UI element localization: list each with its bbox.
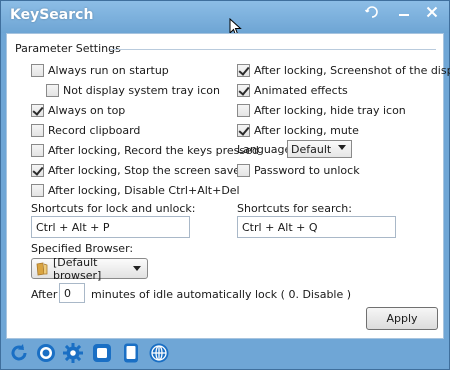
checkbox-box[interactable] bbox=[237, 163, 250, 177]
checkbox-box[interactable] bbox=[31, 143, 44, 157]
idle-prefix-label: After bbox=[31, 288, 58, 301]
refresh-icon[interactable] bbox=[8, 342, 30, 364]
close-icon[interactable] bbox=[421, 5, 443, 25]
checkbox-label: Always on top bbox=[48, 103, 126, 117]
apply-button[interactable]: Apply bbox=[366, 307, 438, 330]
checkbox-disable-ctrl-alt-del[interactable]: After locking, Disable Ctrl+Alt+Del bbox=[31, 182, 240, 198]
group-title: Parameter Settings bbox=[15, 42, 121, 55]
lock-shortcut-label: Shortcuts for lock and unlock: bbox=[31, 202, 196, 215]
checkbox-box[interactable] bbox=[237, 63, 250, 77]
title-bar[interactable]: KeySearch bbox=[1, 1, 449, 37]
checkbox-label: Password to unlock bbox=[254, 163, 360, 177]
browser-folder-icon bbox=[35, 262, 49, 276]
checkbox-label: After locking, hide tray icon bbox=[254, 103, 406, 117]
language-value: Default bbox=[291, 142, 332, 156]
window-title: KeySearch bbox=[10, 7, 94, 23]
bottom-toolbar bbox=[1, 339, 449, 369]
checkbox-box[interactable] bbox=[31, 103, 44, 117]
checkbox-label: After locking, Screenshot of the display bbox=[254, 63, 450, 77]
checkbox-stop-screen-saver[interactable]: After locking, Stop the screen saver bbox=[31, 162, 245, 178]
checkbox-label: Always run on startup bbox=[48, 63, 169, 77]
tablet-icon[interactable] bbox=[120, 342, 142, 364]
globe-icon[interactable] bbox=[148, 342, 170, 364]
checkbox-always-on-top[interactable]: Always on top bbox=[31, 102, 125, 118]
target-icon[interactable] bbox=[35, 342, 57, 364]
chevron-down-icon bbox=[338, 145, 346, 150]
minimize-icon[interactable] bbox=[393, 5, 415, 25]
checkbox-animated-effects[interactable]: Animated effects bbox=[237, 82, 348, 98]
browser-label: Specified Browser: bbox=[31, 242, 134, 255]
settings-gear-icon[interactable] bbox=[62, 342, 84, 364]
checkbox-box[interactable] bbox=[237, 123, 250, 137]
checkbox-screenshot-display[interactable]: After locking, Screenshot of the display bbox=[237, 62, 450, 78]
lock-shortcut-input[interactable] bbox=[31, 216, 190, 238]
settings-panel: Parameter Settings Always run on startup… bbox=[6, 33, 450, 339]
checkbox-record-clipboard[interactable]: Record clipboard bbox=[31, 122, 140, 138]
idle-suffix-label: minutes of idle automatically lock ( 0. … bbox=[91, 288, 352, 301]
checkbox-not-display-tray-icon[interactable]: Not display system tray icon bbox=[46, 82, 220, 98]
checkbox-box[interactable] bbox=[237, 103, 250, 117]
app-window: KeySearch Parameter Settings Always run … bbox=[0, 0, 450, 370]
search-shortcut-input[interactable] bbox=[237, 216, 396, 238]
checkbox-label: Not display system tray icon bbox=[63, 83, 220, 97]
checkbox-always-run-on-startup[interactable]: Always run on startup bbox=[31, 62, 169, 78]
search-shortcut-label: Shortcuts for search: bbox=[237, 202, 352, 215]
group-divider bbox=[110, 49, 436, 50]
checkbox-hide-tray-icon[interactable]: After locking, hide tray icon bbox=[237, 102, 406, 118]
checkbox-box[interactable] bbox=[31, 183, 44, 197]
checkbox-label: Animated effects bbox=[254, 83, 348, 97]
checkbox-box[interactable] bbox=[46, 83, 59, 97]
checkbox-label: After locking, mute bbox=[254, 123, 359, 137]
chevron-down-icon bbox=[133, 266, 141, 271]
browser-select[interactable]: [Default browser] bbox=[31, 256, 148, 282]
checkbox-box[interactable] bbox=[31, 63, 44, 77]
checkbox-box[interactable] bbox=[31, 123, 44, 137]
checkbox-label: After locking, Stop the screen saver bbox=[48, 163, 245, 177]
checkbox-label: After locking, Record the keys pressed bbox=[48, 143, 259, 157]
square-icon[interactable] bbox=[91, 342, 113, 364]
checkbox-label: Record clipboard bbox=[48, 123, 141, 137]
skin-icon[interactable] bbox=[361, 5, 383, 25]
language-label: Language bbox=[237, 143, 292, 156]
checkbox-box[interactable] bbox=[237, 83, 250, 97]
language-select[interactable]: Default bbox=[287, 140, 352, 158]
checkbox-mute[interactable]: After locking, mute bbox=[237, 122, 359, 138]
idle-minutes-input[interactable] bbox=[59, 283, 85, 303]
checkbox-record-keys[interactable]: After locking, Record the keys pressed bbox=[31, 142, 259, 158]
checkbox-password-to-unlock[interactable]: Password to unlock bbox=[237, 162, 360, 178]
checkbox-label: After locking, Disable Ctrl+Alt+Del bbox=[48, 183, 240, 197]
checkbox-box[interactable] bbox=[31, 163, 44, 177]
